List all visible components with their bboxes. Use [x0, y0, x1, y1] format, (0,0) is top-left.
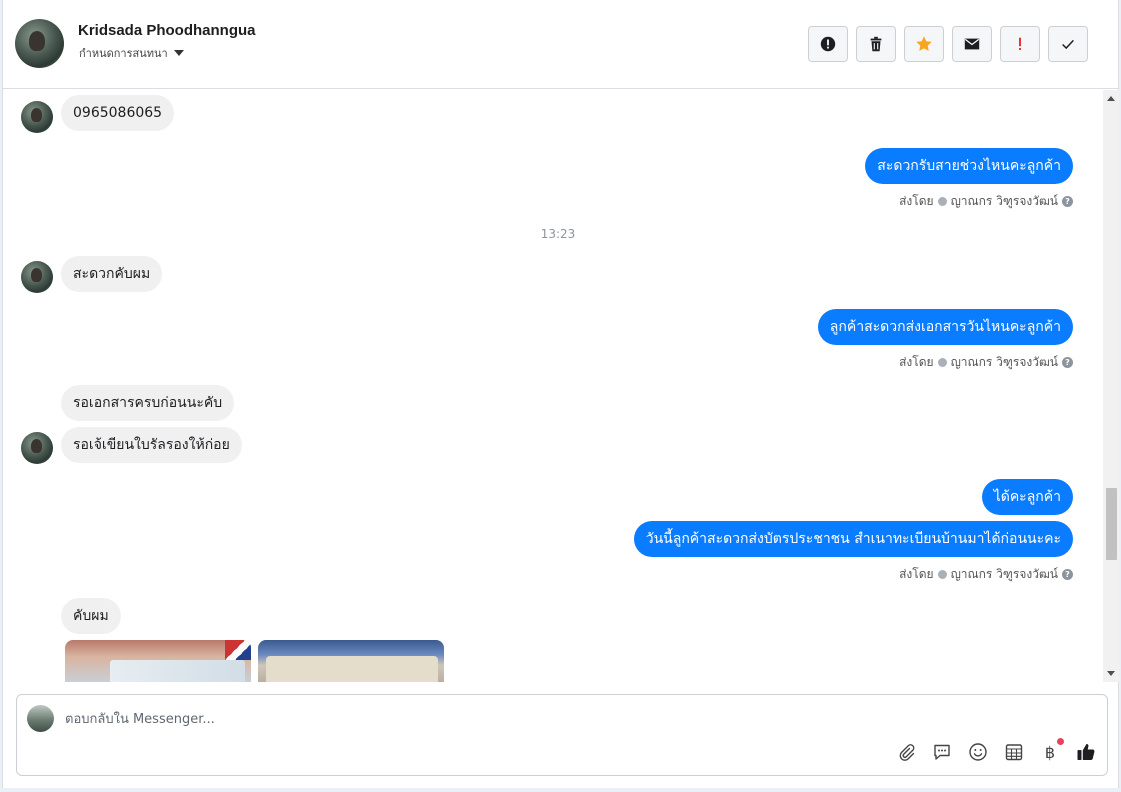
mark-unread-button[interactable]	[952, 26, 992, 62]
appointment-button[interactable]	[1003, 741, 1025, 763]
payment-button[interactable]: ฿	[1039, 738, 1064, 763]
sent-by-prefix: ส่งโดย	[899, 355, 934, 369]
attach-button[interactable]	[895, 741, 917, 763]
contact-name[interactable]: Kridsada Phoodhanngua	[78, 22, 256, 39]
trash-icon	[870, 36, 882, 52]
document-image	[266, 656, 438, 682]
sent-by-info: ส่งโดย ญาณกร วิฑูรจงวัฒน์ ?	[899, 353, 1073, 372]
help-icon[interactable]: ?	[1062, 357, 1073, 368]
assign-conversation-dropdown[interactable]: กำหนดการสนทนา	[79, 44, 184, 62]
image-attachment-id-card[interactable]	[65, 640, 251, 682]
notification-dot	[1057, 738, 1064, 745]
outgoing-message[interactable]: ลูกค้าสะดวกส่งเอกสารวันไหนคะลูกค้า	[817, 309, 1073, 345]
contact-avatar-small	[21, 432, 53, 464]
checkmark-icon	[1062, 39, 1074, 50]
flag-image	[225, 640, 251, 660]
sent-by-info: ส่งโดย ญาณกร วิฑูรจงวัฒน์ ?	[899, 192, 1073, 211]
id-card-image	[110, 660, 245, 682]
incoming-message[interactable]: 0965086065	[61, 95, 175, 131]
star-icon	[916, 36, 932, 51]
contact-avatar-small	[21, 101, 53, 133]
conversation-header: Kridsada Phoodhanngua กำหนดการสนทนา	[3, 0, 1118, 89]
mark-done-button[interactable]	[1048, 26, 1088, 62]
sent-by-name: ญาณกร วิฑูรจงวัฒน์	[950, 194, 1058, 208]
outgoing-message[interactable]: วันนี้ลูกค้าสะดวกส่งบัตรประชาชน สำเนาทะเ…	[633, 521, 1073, 557]
outgoing-message[interactable]: สะดวกรับสายช่วงไหนคะลูกค้า	[865, 148, 1073, 184]
envelope-icon	[964, 38, 980, 50]
contact-avatar[interactable]	[15, 19, 64, 68]
exclamation-icon	[1019, 37, 1021, 51]
contact-avatar-small	[21, 261, 53, 293]
emoji-icon	[969, 743, 987, 761]
follow-up-button[interactable]	[1000, 26, 1040, 62]
saved-reply-button[interactable]	[931, 741, 953, 763]
calendar-icon	[1005, 744, 1023, 761]
page-icon	[937, 358, 947, 367]
composer-tools: ฿	[895, 738, 1097, 763]
help-icon[interactable]: ?	[1062, 569, 1073, 580]
incoming-message[interactable]: รอเอกสารครบก่อนนะคับ	[61, 385, 235, 421]
help-icon[interactable]: ?	[1062, 196, 1073, 207]
sent-by-name: ญาณกร วิฑูรจงวัฒน์	[950, 567, 1058, 581]
page-icon	[937, 570, 947, 579]
emoji-button[interactable]	[967, 741, 989, 763]
sent-by-prefix: ส่งโดย	[899, 567, 934, 581]
incoming-message[interactable]: สะดวกคับผม	[61, 256, 163, 292]
thumbs-up-icon	[1077, 744, 1095, 761]
paperclip-icon	[899, 744, 915, 761]
conversation-panel: Kridsada Phoodhanngua กำหนดการสนทนา 0965…	[2, 0, 1119, 788]
sent-by-name: ญาณกร วิฑูรจงวัฒน์	[950, 355, 1058, 369]
thread-scrollbar[interactable]	[1103, 90, 1119, 682]
report-spam-button[interactable]	[808, 26, 848, 62]
scroll-thumb[interactable]	[1106, 488, 1117, 560]
scroll-up-arrow-icon[interactable]	[1107, 96, 1115, 101]
caret-down-icon	[173, 50, 184, 56]
reply-composer: ฿	[16, 694, 1108, 776]
sent-by-info: ส่งโดย ญาณกร วิฑูรจงวัฒน์ ?	[899, 565, 1073, 584]
scroll-down-arrow-icon[interactable]	[1107, 671, 1115, 676]
message-timestamp: 13:23	[540, 227, 576, 241]
baht-icon: ฿	[1044, 742, 1056, 762]
reply-input[interactable]	[65, 709, 665, 729]
saved-reply-icon	[934, 744, 950, 760]
message-thread[interactable]: 0965086065 สะดวกรับสายช่วงไหนคะลูกค้า ส่…	[3, 90, 1103, 682]
assign-label: กำหนดการสนทนา	[79, 47, 168, 60]
alert-circle-icon	[820, 36, 836, 52]
star-button[interactable]	[904, 26, 944, 62]
outgoing-message[interactable]: ได้คะลูกค้า	[981, 479, 1073, 515]
page-icon	[937, 197, 947, 206]
conversation-toolbar	[808, 26, 1088, 62]
like-button[interactable]	[1075, 741, 1097, 763]
delete-button[interactable]	[856, 26, 896, 62]
image-attachment-document[interactable]	[258, 640, 444, 682]
incoming-message[interactable]: คับผม	[61, 598, 121, 634]
sent-by-prefix: ส่งโดย	[899, 194, 934, 208]
page-avatar	[27, 705, 54, 732]
incoming-message[interactable]: รอเจ้เขียนใบรัลรองให้ก่อย	[61, 427, 242, 463]
